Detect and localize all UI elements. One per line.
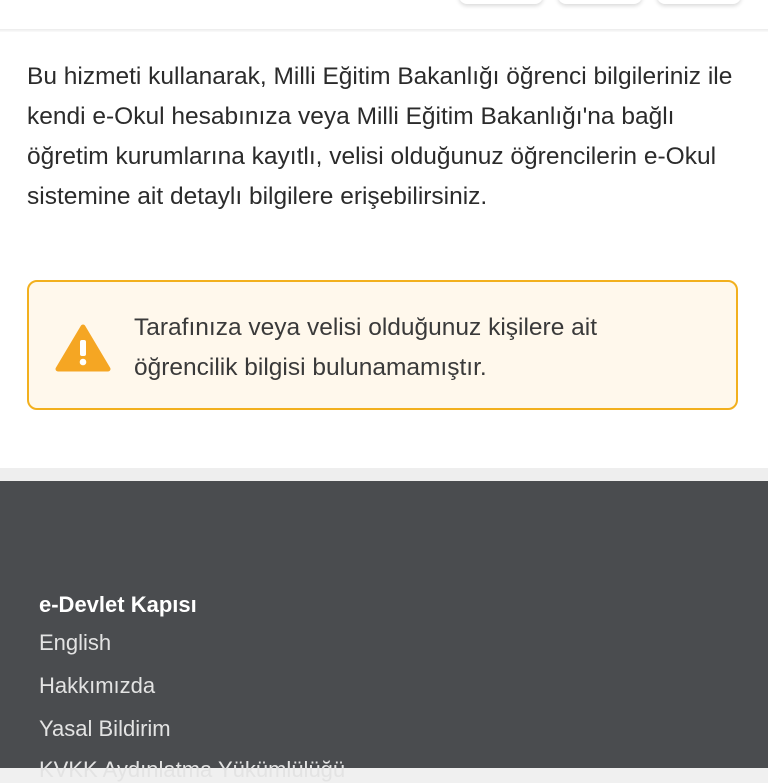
top-action-button-3[interactable] xyxy=(657,0,741,4)
footer-title: e-Devlet Kapısı xyxy=(39,592,197,617)
top-button-row xyxy=(0,0,768,6)
warning-message: Tarafınıza veya velisi olduğunuz kişiler… xyxy=(134,314,598,381)
top-action-button-1[interactable] xyxy=(459,0,543,4)
warning-alert: Tarafınıza veya velisi olduğunuz kişiler… xyxy=(27,280,738,410)
footer-link-english[interactable]: English xyxy=(39,630,111,656)
warning-triangle-icon xyxy=(55,324,111,372)
footer-link-about[interactable]: Hakkımızda xyxy=(39,673,155,699)
header-divider xyxy=(0,29,768,32)
main-content: Bu hizmeti kullanarak, Milli Eğitim Baka… xyxy=(0,0,768,468)
top-action-button-2[interactable] xyxy=(558,0,642,4)
footer-link-legal-notice[interactable]: Yasal Bildirim xyxy=(39,716,171,742)
footer-link-kvkk[interactable]: KVKK Aydınlatma Yükümlülüğü xyxy=(39,757,345,783)
service-description: Bu hizmeti kullanarak, Milli Eğitim Baka… xyxy=(27,63,733,210)
section-separator xyxy=(0,468,768,481)
